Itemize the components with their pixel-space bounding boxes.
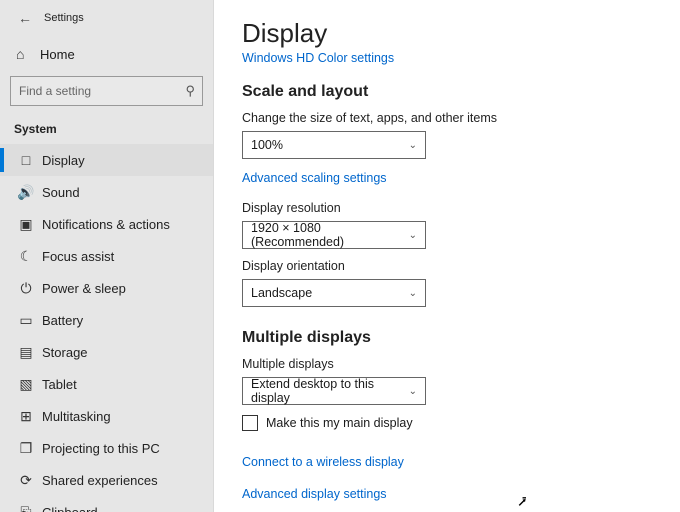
wireless-display-link[interactable]: Connect to a wireless display [242,455,404,469]
sidebar-item-display[interactable]: □Display [0,144,213,176]
sidebar-item-label: Multitasking [38,409,111,424]
sidebar-item-label: Tablet [38,377,77,392]
sidebar-item-clipboard[interactable]: ⎘Clipboard [0,496,213,512]
projecting-icon: ❐ [14,440,38,457]
sidebar-item-notifications-actions[interactable]: ▣Notifications & actions [0,208,213,240]
sidebar-item-storage[interactable]: ▤Storage [0,336,213,368]
sidebar-item-projecting-to-this-pc[interactable]: ❐Projecting to this PC [0,432,213,464]
main-display-checkbox-row[interactable]: Make this my main display [242,415,652,431]
notifications-icon: ▣ [14,216,38,233]
home-icon: ⌂ [16,46,40,62]
focus-icon: ☾ [14,248,38,265]
sidebar-item-label: Display [38,153,85,168]
sidebar-item-power-sleep[interactable]: ⏻Power & sleep [0,272,213,304]
orientation-dropdown[interactable]: Landscape ⌄ [242,279,426,307]
sidebar-item-label: Focus assist [38,249,114,264]
sidebar: ← Settings ⌂ Home ⚲ System □Display🔊Soun… [0,0,214,512]
text-size-dropdown[interactable]: 100% ⌄ [242,131,426,159]
back-button[interactable]: ← Settings [0,6,213,30]
sidebar-item-sound[interactable]: 🔊Sound [0,176,213,208]
sidebar-group-label: System [0,106,213,144]
sidebar-item-shared-experiences[interactable]: ⟳Shared experiences [0,464,213,496]
sidebar-item-label: Notifications & actions [38,217,170,232]
chevron-down-icon: ⌄ [409,230,417,241]
sidebar-item-label: Battery [38,313,83,328]
main-display-label: Make this my main display [266,416,413,430]
sidebar-item-focus-assist[interactable]: ☾Focus assist [0,240,213,272]
multitasking-icon: ⊞ [14,408,38,425]
sidebar-item-label: Power & sleep [38,281,126,296]
settings-app: ← Settings ⌂ Home ⚲ System □Display🔊Soun… [0,0,680,512]
chevron-down-icon: ⌄ [409,288,417,299]
page-title: Display [242,18,652,49]
sidebar-item-label: Storage [38,345,88,360]
search-container: ⚲ [10,76,203,106]
tablet-icon: ▧ [14,376,38,393]
storage-icon: ▤ [14,344,38,361]
resolution-value: 1920 × 1080 (Recommended) [251,221,409,249]
content-pane: Display Windows HD Color settings Scale … [214,0,680,512]
sidebar-item-battery[interactable]: ▭Battery [0,304,213,336]
sidebar-item-label: Shared experiences [38,473,158,488]
text-size-label: Change the size of text, apps, and other… [242,111,652,125]
multiple-displays-value: Extend desktop to this display [251,377,409,405]
sidebar-item-label: Sound [38,185,80,200]
display-icon: □ [14,152,38,168]
multiple-displays-dropdown[interactable]: Extend desktop to this display ⌄ [242,377,426,405]
window-title: Settings [44,12,84,24]
back-arrow-icon: ← [18,10,38,26]
scale-layout-heading: Scale and layout [242,83,652,101]
multiple-displays-label: Multiple displays [242,357,652,371]
orientation-value: Landscape [251,286,312,300]
shared-icon: ⟳ [14,472,38,489]
sidebar-item-multitasking[interactable]: ⊞Multitasking [0,400,213,432]
power-icon: ⏻ [14,280,38,297]
main-display-checkbox[interactable] [242,415,258,431]
resolution-label: Display resolution [242,201,652,215]
chevron-down-icon: ⌄ [409,386,417,397]
home-button[interactable]: ⌂ Home [0,38,213,70]
search-input[interactable] [10,76,203,106]
multiple-displays-heading: Multiple displays [242,329,652,347]
chevron-down-icon: ⌄ [409,140,417,151]
clipboard-icon: ⎘ [14,504,38,512]
sidebar-item-label: Clipboard [38,505,98,512]
text-size-value: 100% [251,138,283,152]
sidebar-item-label: Projecting to this PC [38,441,160,456]
search-icon: ⚲ [185,83,195,99]
battery-icon: ▭ [14,312,38,329]
sidebar-item-tablet[interactable]: ▧Tablet [0,368,213,400]
sidebar-nav-list: □Display🔊Sound▣Notifications & actions☾F… [0,144,213,512]
home-label: Home [40,47,75,62]
advanced-scaling-link[interactable]: Advanced scaling settings [242,171,387,185]
advanced-display-link[interactable]: Advanced display settings [242,487,387,501]
hd-color-settings-link[interactable]: Windows HD Color settings [242,51,652,65]
orientation-label: Display orientation [242,259,652,273]
resolution-dropdown[interactable]: 1920 × 1080 (Recommended) ⌄ [242,221,426,249]
sound-icon: 🔊 [14,184,38,201]
